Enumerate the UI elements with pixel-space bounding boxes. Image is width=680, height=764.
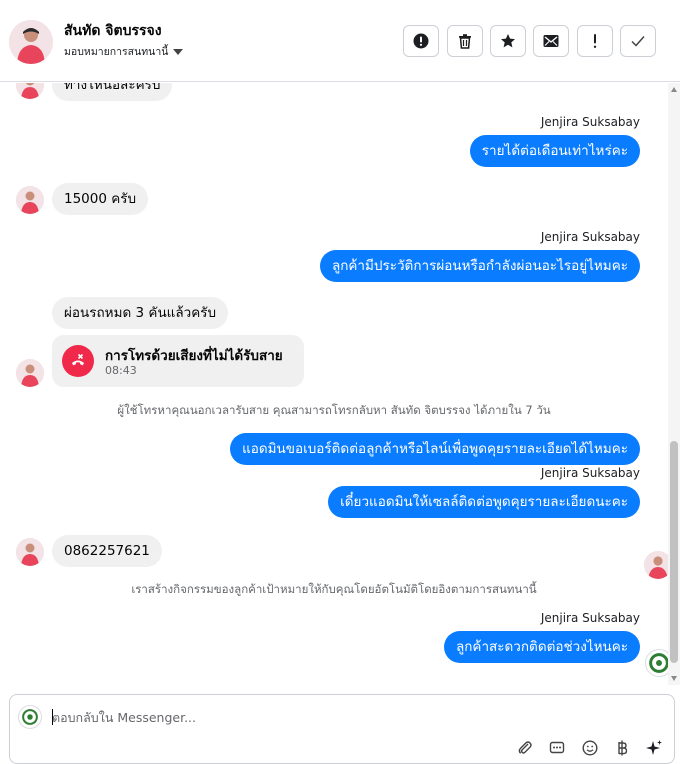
outgoing-message: ลูกค้าสะดวกติดต่อช่วงไหนคะ (443, 631, 640, 663)
contact-avatar-small (16, 83, 44, 99)
mark-spam-button[interactable] (403, 25, 439, 57)
emoji-icon (582, 740, 598, 756)
seen-avatar (645, 649, 668, 677)
seen-avatar (644, 551, 668, 579)
system-notice: เราสร้างกิจกรรมของลูกค้าเป้าหมายให้กับคุ… (131, 582, 537, 596)
star-icon (501, 34, 515, 48)
scroll-down-arrow-icon[interactable] (671, 676, 677, 681)
delete-button[interactable] (447, 25, 483, 57)
message-scrollbar[interactable] (668, 83, 680, 685)
envelope-icon (543, 35, 559, 47)
incoming-message: 15000 ครับ (52, 183, 149, 215)
outgoing-message: แอดมินขอเบอร์ติดต่อลูกค้าหรือไลน์เพื่อพู… (230, 433, 640, 465)
paperclip-icon (518, 741, 532, 754)
reply-input[interactable] (52, 706, 612, 728)
incoming-message: ทางไหนอีสะครับ (52, 83, 173, 101)
sender-name: Jenjira Suksabay (540, 115, 640, 129)
contact-name[interactable]: สันทัด จิตบรรจง (64, 20, 162, 42)
outgoing-message: รายได้ต่อเดือนเท่าไหร่คะ (469, 135, 640, 167)
follow-up-button[interactable] (577, 25, 613, 57)
call-title: การโทรด้วยเสียงที่ไม่ได้รับสาย (105, 348, 283, 364)
payment-button[interactable] (613, 739, 631, 757)
saved-reply-icon (549, 741, 565, 754)
exclamation-icon (593, 34, 597, 48)
message-thread: ทางไหนอีสะครับ Jenjira Suksabay รายได้ต่… (0, 83, 668, 685)
star-button[interactable] (490, 25, 526, 57)
sender-name: Jenjira Suksabay (540, 611, 640, 625)
conversation-header: สันทัด จิตบรรจง มอบหมายการสนทนานี้ (0, 0, 680, 82)
exclamation-circle-icon (413, 33, 429, 49)
scroll-up-arrow-icon[interactable] (671, 87, 677, 92)
system-notice: ผู้ใช้โทรหาคุณนอกเวลารับสาย คุณสามารถโทร… (117, 403, 551, 417)
emoji-button[interactable] (581, 739, 599, 757)
contact-avatar[interactable] (9, 20, 53, 64)
sender-name: Jenjira Suksabay (540, 230, 640, 244)
mark-done-button[interactable] (620, 25, 656, 57)
attach-button[interactable] (516, 739, 534, 757)
sparkle-icon (646, 740, 662, 755)
ai-assist-button[interactable] (645, 739, 663, 757)
text-cursor (52, 709, 53, 725)
check-icon (631, 36, 645, 47)
page-avatar (18, 705, 42, 729)
saved-reply-button[interactable] (548, 739, 566, 757)
missed-call-icon (62, 345, 94, 377)
caret-down-icon (173, 48, 184, 55)
outgoing-message: เดี๋ยวแอดมินให้เซลล์ติดต่อพูดคุยรายละเอี… (328, 486, 640, 518)
contact-avatar-small (16, 186, 44, 214)
assign-conversation-dropdown[interactable]: มอบหมายการสนทนานี้ (64, 43, 184, 60)
call-time: 08:43 (105, 364, 137, 377)
mark-unread-button[interactable] (533, 25, 569, 57)
trash-icon (459, 34, 471, 49)
incoming-message: 0862257621 (52, 535, 162, 567)
currency-icon (618, 740, 628, 756)
contact-avatar-small (16, 538, 44, 566)
sender-name: Jenjira Suksabay (540, 466, 640, 480)
assign-label: มอบหมายการสนทนานี้ (64, 46, 169, 58)
scroll-thumb[interactable] (670, 441, 678, 663)
contact-avatar-small (16, 359, 44, 387)
outgoing-message: ลูกค้ามีประวัติการผ่อนหรือกำลังผ่อนอะไรอ… (319, 250, 640, 282)
missed-call-card[interactable]: การโทรด้วยเสียงที่ไม่ได้รับสาย 08:43 (52, 335, 304, 387)
reply-composer (9, 694, 675, 764)
incoming-message: ผ่อนรถหมด 3 คันแล้วครับ (52, 297, 229, 329)
